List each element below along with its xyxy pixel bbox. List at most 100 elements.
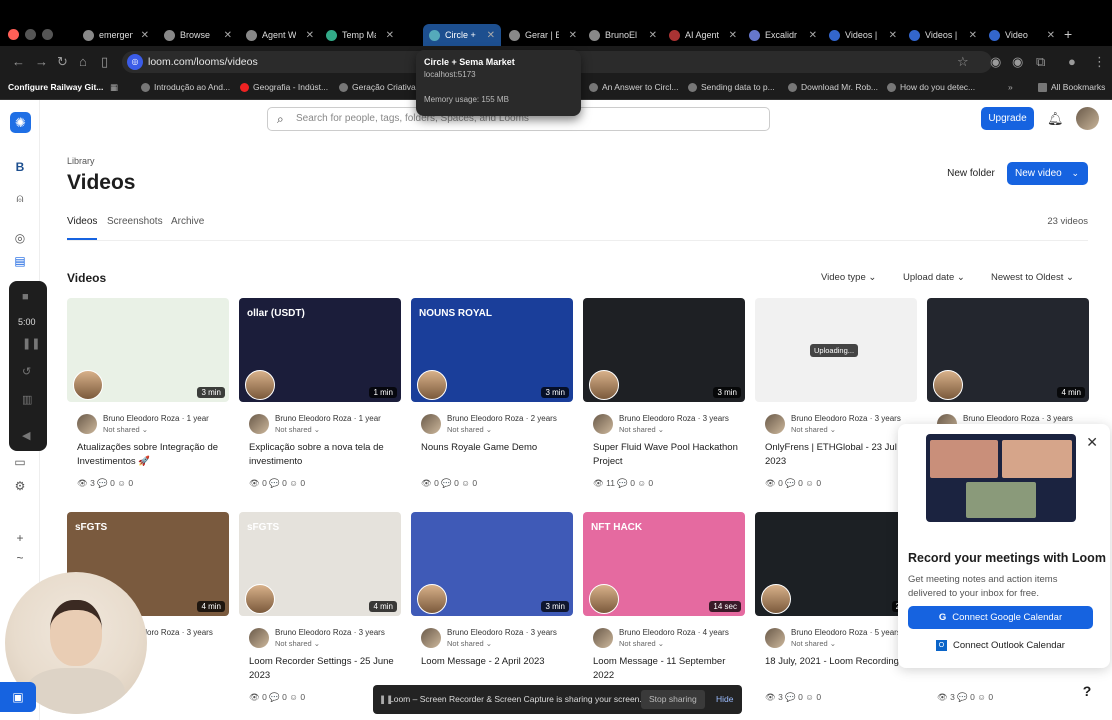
upload-date-filter[interactable]: Upload date ⌄ (903, 272, 965, 283)
video-thumbnail[interactable]: 3 min (411, 512, 573, 616)
share-status[interactable]: Not shared ⌄ (275, 639, 320, 648)
browser-tab[interactable]: emergen ✕ (77, 24, 155, 46)
bookmark-item[interactable]: Geração Criativa (339, 82, 416, 92)
share-status[interactable]: Not shared ⌄ (447, 425, 492, 434)
bookmark-item[interactable]: Download Mr. Rob... (788, 82, 878, 92)
avatar[interactable] (1076, 107, 1099, 130)
video-card[interactable]: sFGTS 4 min Bruno Eleodoro Roza · 3 years N… (239, 512, 401, 712)
video-thumbnail[interactable]: 3 min (583, 298, 745, 402)
connect-outlook-calendar-button[interactable]: O Connect Outlook Calendar (908, 636, 1093, 656)
minimize-window-button[interactable] (25, 29, 36, 40)
close-tab-icon[interactable]: ✕ (969, 30, 977, 41)
share-status[interactable]: Not shared ⌄ (103, 425, 148, 434)
video-thumbnail[interactable]: NFT HACK 14 sec (583, 512, 745, 616)
stop-sharing-button[interactable]: Stop sharing (641, 690, 705, 709)
breadcrumb[interactable]: Library (67, 156, 95, 166)
bookmark-item[interactable]: How do you detec... (887, 82, 975, 92)
video-card[interactable]: 3 min Bruno Eleodoro Roza · 3 years Not sh… (583, 298, 745, 498)
close-tab-icon[interactable]: ✕ (306, 30, 314, 41)
extension-icon[interactable]: ◉ (1012, 54, 1023, 70)
video-thumbnail[interactable]: sFGTS 4 min (239, 512, 401, 616)
video-card[interactable]: NFT HACK 14 sec Bruno Eleodoro Roza · 4 ye… (583, 512, 745, 712)
card-title[interactable]: 18 July, 2021 - Loom Recording (765, 655, 915, 669)
video-card[interactable]: NOUNS ROYAL 3 min Bruno Eleodoro Roza · 2 … (411, 298, 573, 498)
stop-icon[interactable]: ■ (22, 291, 29, 303)
loom-logo-icon[interactable]: ✺ (10, 112, 31, 133)
bookmark-item[interactable]: Geografia - Indúst... (240, 82, 328, 92)
upgrade-button[interactable]: Upgrade (981, 107, 1034, 130)
tab-archive[interactable]: Archive (171, 216, 204, 227)
sort-order-filter[interactable]: Newest to Oldest ⌄ (991, 272, 1074, 283)
home-icon[interactable]: ⌂ (79, 54, 87, 69)
new-tab-plus-icon[interactable]: + (1064, 26, 1072, 42)
video-card[interactable]: 3 min Bruno Eleodoro Roza · 1 year Not sha… (67, 298, 229, 498)
close-window-button[interactable] (8, 29, 19, 40)
close-tab-icon[interactable]: ✕ (809, 30, 817, 41)
video-thumbnail[interactable]: 4 min (927, 298, 1089, 402)
close-tab-icon[interactable]: ✕ (141, 30, 149, 41)
share-status[interactable]: Not shared ⌄ (619, 639, 664, 648)
new-video-button[interactable]: New video ⌄ (1007, 162, 1088, 185)
browser-tab[interactable]: Excalidr ✕ (743, 24, 823, 46)
menu-kebab-icon[interactable]: ⋮ (1093, 54, 1106, 70)
close-tab-icon[interactable]: ✕ (1047, 30, 1055, 41)
close-tab-icon[interactable]: ✕ (649, 30, 657, 41)
tab-videos[interactable]: Videos (67, 216, 97, 227)
share-status[interactable]: Not shared ⌄ (275, 425, 320, 434)
video-card[interactable]: ollar (USDT) 1 min Bruno Eleodoro Roza · 1… (239, 298, 401, 498)
workspace-avatar[interactable]: B (12, 159, 28, 175)
tab-screenshots[interactable]: Screenshots (107, 216, 163, 227)
close-tab-icon[interactable]: ✕ (386, 30, 394, 41)
video-card[interactable]: 3 min Bruno Eleodoro Roza · 3 years Not sh… (411, 512, 573, 712)
close-tab-icon[interactable]: ✕ (569, 30, 577, 41)
browser-tab[interactable]: Circle + ✕ (423, 24, 501, 46)
browser-tab[interactable]: Videos | ✕ (903, 24, 983, 46)
card-title[interactable]: Loom Message - 11 September 2022 (593, 655, 743, 683)
card-title[interactable]: Explicação sobre a nova tela de investim… (249, 441, 399, 469)
library-icon[interactable]: ▤ (12, 253, 28, 269)
plus-icon[interactable]: + (12, 530, 28, 546)
add-member-icon[interactable]: ⍝ (12, 190, 28, 206)
share-status[interactable]: Not shared ⌄ (619, 425, 664, 434)
hide-sharing-bar-button[interactable]: Hide (716, 685, 733, 714)
card-title[interactable]: Atualizações sobre Integração de Investi… (77, 441, 227, 469)
close-tab-icon[interactable]: ✕ (224, 30, 232, 41)
close-tab-icon[interactable]: ✕ (889, 30, 897, 41)
share-status[interactable]: Not shared ⌄ (791, 639, 836, 648)
browser-tab[interactable]: Temp Ma ✕ (320, 24, 400, 46)
bookmark-star-icon[interactable]: ☆ (957, 54, 969, 70)
browser-tab[interactable]: Video ✕ (983, 24, 1061, 46)
more-bookmarks-icon[interactable]: » (1008, 82, 1013, 92)
share-status[interactable]: Not shared ⌄ (447, 639, 492, 648)
browser-tab[interactable]: Browse ✕ (158, 24, 238, 46)
close-tab-icon[interactable]: ✕ (729, 30, 737, 41)
card-title[interactable]: Super Fluid Wave Pool Hackathon Project (593, 441, 743, 469)
pause-icon[interactable]: ❚❚ (22, 337, 40, 350)
card-title[interactable]: Loom Recorder Settings - 25 June 2023 (249, 655, 399, 683)
profile-circle-icon[interactable]: ◎ (12, 230, 28, 246)
browser-tab[interactable]: Agent W ✕ (240, 24, 320, 46)
bookmark-item[interactable]: Configure Railway Git... (8, 82, 103, 92)
card-title[interactable]: OnlyFrens | ETHGlobal - 23 Jul 2023 (765, 441, 915, 469)
maximize-window-button[interactable] (42, 29, 53, 40)
camera-record-icon[interactable]: ▣ (0, 682, 36, 712)
browser-tab[interactable]: Videos | ✕ (823, 24, 903, 46)
card-title[interactable]: Loom Message - 2 April 2023 (421, 655, 571, 669)
profile-icon[interactable]: ● (1068, 54, 1076, 69)
trash-icon[interactable]: ▥ (22, 393, 32, 406)
video-thumbnail[interactable]: Uploading... (755, 298, 917, 402)
browser-tab[interactable]: AI Agent ✕ (663, 24, 743, 46)
sidebar-icon[interactable]: ▯ (101, 54, 108, 70)
forward-icon[interactable]: → (35, 54, 48, 69)
bookmark-item[interactable]: Introdução ao And... (141, 82, 230, 92)
extensions-puzzle-icon[interactable]: ⧉ (1036, 54, 1045, 70)
video-thumbnail[interactable]: ollar (USDT) 1 min (239, 298, 401, 402)
bookmark-item[interactable]: Sending data to p... (688, 82, 775, 92)
notifications-bell-icon[interactable]: 🔔︎ (1047, 111, 1064, 127)
video-card[interactable]: Uploading... Bruno Eleodoro Roza · 3 year… (755, 298, 917, 498)
video-thumbnail[interactable]: 2 m (755, 512, 917, 616)
reload-icon[interactable]: ↻ (57, 54, 68, 70)
connect-google-calendar-button[interactable]: G Connect Google Calendar (908, 606, 1093, 629)
back-icon[interactable]: ← (12, 54, 25, 69)
close-tab-icon[interactable]: ✕ (487, 30, 495, 41)
